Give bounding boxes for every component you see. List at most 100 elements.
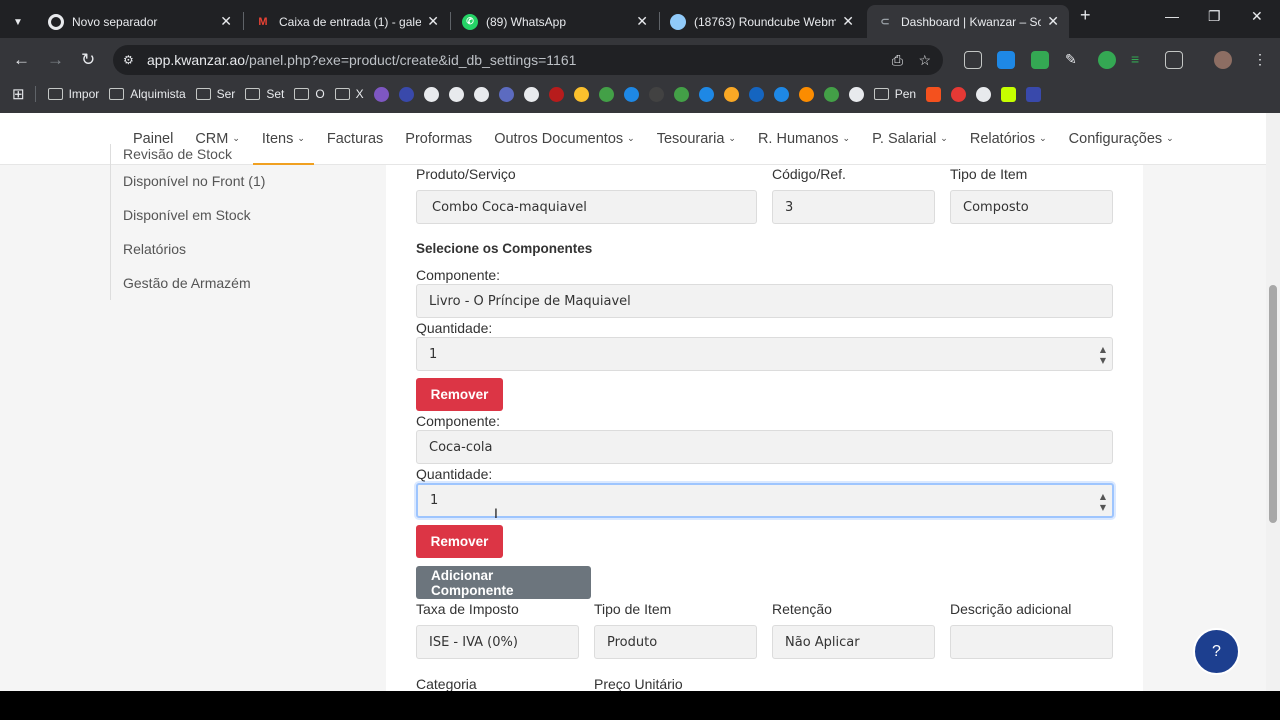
- close-icon[interactable]: ✕: [427, 13, 439, 30]
- forward-arrow-icon[interactable]: →: [47, 50, 64, 70]
- bookmark-folder[interactable]: X: [334, 87, 364, 101]
- sheets-extension-icon[interactable]: [1031, 51, 1049, 69]
- star-icon[interactable]: ☆: [918, 52, 931, 69]
- bookmark-icon[interactable]: [573, 86, 589, 102]
- add-component-button[interactable]: Adicionar Componente: [416, 566, 591, 599]
- restore-icon[interactable]: ❐: [1208, 8, 1221, 25]
- nav-p-salarial[interactable]: P. Salarial ⌄: [861, 113, 959, 165]
- back-arrow-icon[interactable]: ←: [13, 50, 30, 70]
- number-spinner[interactable]: ▲ ▼: [1100, 491, 1106, 513]
- site-info-icon[interactable]: ⚙: [123, 53, 134, 67]
- nav-configuracoes[interactable]: Configurações ⌄: [1058, 113, 1185, 165]
- install-app-icon[interactable]: ⎙: [892, 52, 903, 69]
- image-extension-icon[interactable]: [964, 51, 982, 69]
- taxa-select[interactable]: ISE - IVA (0%): [416, 625, 579, 659]
- sidebar-item-gestao-armazem[interactable]: Gestão de Armazém: [110, 266, 265, 300]
- minimize-icon[interactable]: —: [1165, 8, 1179, 24]
- page-scrollbar[interactable]: [1266, 113, 1280, 691]
- chevron-up-icon[interactable]: ▲: [1100, 344, 1106, 355]
- tab-3[interactable]: (18763) Roundcube Webmail ✕: [660, 5, 864, 38]
- nav-relatorios[interactable]: Relatórios ⌄: [959, 113, 1058, 165]
- bookmark-icon[interactable]: [673, 86, 689, 102]
- close-icon[interactable]: ✕: [1047, 13, 1059, 30]
- new-tab-icon[interactable]: +: [1080, 5, 1091, 26]
- extensions-icon[interactable]: [1165, 51, 1183, 69]
- nav-outros-documentos[interactable]: Outros Documentos ⌄: [483, 113, 646, 165]
- help-button[interactable]: ?: [1193, 628, 1240, 675]
- bookmark-icon[interactable]: [1001, 86, 1017, 102]
- profile-avatar[interactable]: [1214, 51, 1232, 69]
- bookmark-icon[interactable]: [926, 86, 942, 102]
- tab-1[interactable]: M Caixa de entrada (1) - galera ✕: [245, 5, 449, 38]
- bookmark-icon[interactable]: [498, 86, 514, 102]
- s-extension-icon[interactable]: [997, 51, 1015, 69]
- bookmark-icon[interactable]: [748, 86, 764, 102]
- codigo-input[interactable]: 3: [772, 190, 935, 224]
- tab-0[interactable]: Novo separador ✕: [38, 5, 242, 38]
- bookmark-icon[interactable]: [848, 86, 864, 102]
- bookmark-icon[interactable]: [773, 86, 789, 102]
- bookmark-icon[interactable]: [648, 86, 664, 102]
- bookmark-icon[interactable]: [798, 86, 814, 102]
- quantidade-input[interactable]: 1 ▲ ▼: [416, 483, 1114, 518]
- f-extension-icon[interactable]: ≡: [1131, 51, 1149, 69]
- tab-4[interactable]: ⊂ Dashboard | Kwanzar – Software ✕: [867, 5, 1069, 38]
- descricao-input[interactable]: [950, 625, 1113, 659]
- grammarly-icon[interactable]: [1098, 51, 1116, 69]
- scrollbar-thumb[interactable]: [1269, 285, 1277, 523]
- bookmark-icon[interactable]: [1026, 86, 1042, 102]
- chevron-down-icon[interactable]: ▼: [1100, 355, 1106, 366]
- tab-search-button[interactable]: ▼: [4, 6, 32, 39]
- close-icon[interactable]: ✕: [636, 13, 648, 30]
- nav-tesouraria[interactable]: Tesouraria ⌄: [646, 113, 747, 165]
- bookmark-icon[interactable]: [448, 86, 464, 102]
- bookmark-icon[interactable]: [823, 86, 839, 102]
- bookmark-folder[interactable]: Impor: [47, 87, 99, 101]
- tab-2[interactable]: ✆ (89) WhatsApp ✕: [452, 5, 658, 38]
- address-bar[interactable]: ⚙ app.kwanzar.ao/panel.php?exe=product/c…: [113, 45, 943, 75]
- bookmark-icon[interactable]: [398, 86, 414, 102]
- bookmark-icon[interactable]: [976, 86, 992, 102]
- bookmark-icon[interactable]: [373, 86, 389, 102]
- nav-proformas[interactable]: Proformas: [394, 113, 483, 165]
- eyedropper-icon[interactable]: ✎: [1065, 51, 1083, 69]
- nav-facturas[interactable]: Facturas: [316, 113, 394, 165]
- bookmark-folder[interactable]: Ser: [195, 87, 235, 101]
- tipo-item-select[interactable]: Composto: [950, 190, 1113, 224]
- close-icon[interactable]: ✕: [842, 13, 854, 30]
- remove-component-button[interactable]: Remover: [416, 378, 503, 411]
- bookmark-icon[interactable]: [473, 86, 489, 102]
- bookmark-icon[interactable]: [723, 86, 739, 102]
- bookmark-folder[interactable]: O: [294, 87, 325, 101]
- componente-select[interactable]: Livro - O Príncipe de Maquiavel: [416, 284, 1113, 318]
- menu-icon[interactable]: ⋮: [1253, 51, 1271, 69]
- remove-component-button[interactable]: Remover: [416, 525, 503, 558]
- bookmark-icon[interactable]: [548, 86, 564, 102]
- number-spinner[interactable]: ▲ ▼: [1100, 344, 1106, 366]
- sidebar-item-revisao-stock[interactable]: Revisão de Stock: [110, 144, 265, 164]
- sidebar-item-disponivel-stock[interactable]: Disponível em Stock: [110, 198, 265, 232]
- bookmark-icon[interactable]: [951, 86, 967, 102]
- bookmark-folder[interactable]: Set: [245, 87, 284, 101]
- reload-icon[interactable]: ↻: [81, 50, 95, 70]
- bookmark-folder[interactable]: Pen: [873, 87, 916, 101]
- nav-r-humanos[interactable]: R. Humanos ⌄: [747, 113, 861, 165]
- quantidade-input[interactable]: 1 ▲ ▼: [416, 337, 1113, 371]
- sidebar-item-relatorios[interactable]: Relatórios: [110, 232, 265, 266]
- bookmark-icon[interactable]: [598, 86, 614, 102]
- componente-select[interactable]: Coca-cola: [416, 430, 1113, 464]
- tipo-item-select[interactable]: Produto: [594, 625, 757, 659]
- bookmark-icon[interactable]: [698, 86, 714, 102]
- bookmark-icon[interactable]: [623, 86, 639, 102]
- chevron-up-icon[interactable]: ▲: [1100, 491, 1106, 502]
- apps-icon[interactable]: ⊞: [12, 85, 25, 103]
- bookmark-icon[interactable]: [523, 86, 539, 102]
- close-window-icon[interactable]: ✕: [1251, 8, 1263, 25]
- sidebar-item-disponivel-front[interactable]: Disponível no Front (1): [110, 164, 265, 198]
- retencao-select[interactable]: Não Aplicar: [772, 625, 935, 659]
- produto-input[interactable]: Combo Coca-maquiavel: [416, 190, 757, 224]
- bookmark-icon[interactable]: [423, 86, 439, 102]
- bookmark-folder[interactable]: Alquimista: [109, 87, 186, 101]
- close-icon[interactable]: ✕: [220, 13, 232, 30]
- chevron-down-icon[interactable]: ▼: [1100, 502, 1106, 513]
